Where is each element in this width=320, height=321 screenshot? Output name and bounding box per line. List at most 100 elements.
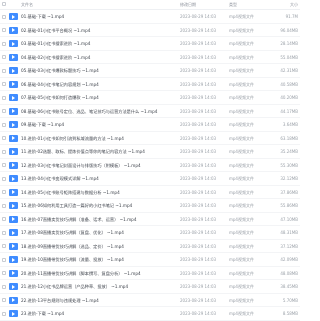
column-header-size[interactable]: 大小 xyxy=(290,2,298,7)
file-type: mp4视频文件 xyxy=(229,162,254,168)
file-row[interactable]: 15.进阶-06如何利用工具打造一篇好的小红书笔记 ~1.mp4 2023-08-… xyxy=(0,199,300,213)
column-header-modified[interactable]: 修改日期 xyxy=(180,2,196,7)
file-row[interactable]: 19.进阶-10直播带货技巧讲解（流量、投放） ~1.mp4 2023-08-29… xyxy=(0,253,300,267)
file-name[interactable]: 09.基础-下载 ~1.mp4 xyxy=(21,122,169,127)
row-checkbox[interactable] xyxy=(2,271,6,275)
file-row[interactable]: 09.基础-下载 ~1.mp4 2023-08-29 14:03 mp4视频文件 3.… xyxy=(0,118,300,132)
file-name[interactable]: 02.基础-01小红书平台概况 ~1.mp4 xyxy=(21,28,169,33)
file-row[interactable]: 08.基础-06小红书账号定位、选品、笔记技巧与运营方法是什么 ~1.mp4 20… xyxy=(0,105,300,118)
file-row[interactable]: 06.基础-04小红书笔记内容规划 ~1.mp4 2023-08-29 14:03… xyxy=(0,78,300,91)
file-name[interactable]: 08.基础-06小红书账号定位、选品、笔记技巧与运营方法是什么 ~1.mp4 xyxy=(21,109,169,114)
file-type: mp4视频文件 xyxy=(229,122,254,127)
file-modified-date: 2023-08-29 14:03 xyxy=(180,297,217,303)
file-row[interactable]: 03.基础-01小红书搜索进阶 ~1.mp4 2023-08-29 14:03 mp… xyxy=(0,37,300,51)
video-file-icon xyxy=(9,283,18,290)
row-checkbox[interactable] xyxy=(2,298,6,302)
file-row[interactable]: 05.基础-03小红书爆款标题技巧 ~1.mp4 2023-08-29 14:03… xyxy=(0,64,300,78)
file-name[interactable]: 04.基础-02小红书搜索进阶 ~1.mp4 xyxy=(21,55,169,60)
file-type: mp4视频文件 xyxy=(229,189,254,195)
row-checkbox[interactable] xyxy=(2,203,6,208)
file-type: mp4视频文件 xyxy=(229,216,254,222)
row-checkbox[interactable] xyxy=(2,41,6,46)
row-checkbox[interactable] xyxy=(2,230,6,235)
file-type: mp4视频文件 xyxy=(229,95,254,100)
file-modified-date: 2023-08-29 14:03 xyxy=(180,122,217,127)
row-checkbox[interactable] xyxy=(2,190,6,194)
row-checkbox[interactable] xyxy=(2,284,6,289)
row-checkbox[interactable] xyxy=(2,257,6,262)
file-name[interactable]: 13.进阶-04小红书变现模式详解 ~1.mp4 xyxy=(21,176,169,181)
file-name[interactable]: 20.进阶-11直播带货技巧讲解（脚本撰写、复盘分析） ~1.mp4 xyxy=(21,271,169,276)
file-type: mp4视频文件 xyxy=(229,311,254,316)
file-size: 40.20MB xyxy=(280,95,298,100)
row-checkbox[interactable] xyxy=(2,95,6,100)
video-file-icon xyxy=(9,67,18,74)
row-checkbox[interactable] xyxy=(2,311,6,316)
row-checkbox[interactable] xyxy=(2,14,6,19)
file-name[interactable]: 01.基础-下载 ~1.mp4 xyxy=(21,14,169,19)
video-file-icon xyxy=(9,310,18,317)
row-checkbox[interactable] xyxy=(2,149,6,154)
file-name[interactable]: 22.进阶-13平台规则与违规处理 ~1.mp4 xyxy=(21,298,169,303)
file-row[interactable]: 12.进阶-03小红书笔记封面设计与排版技巧（附模板） ~1.mp4 2023-0… xyxy=(0,159,300,172)
file-modified-date: 2023-08-29 14:03 xyxy=(180,95,217,100)
file-name[interactable]: 05.基础-03小红书爆款标题技巧 ~1.mp4 xyxy=(21,68,169,73)
file-name[interactable]: 19.进阶-10直播带货技巧讲解（流量、投放） ~1.mp4 xyxy=(21,257,169,262)
file-row[interactable]: 18.进阶-09直播带货技巧讲解（选品、定价） ~1.mp4 2023-08-29… xyxy=(0,240,300,253)
row-checkbox[interactable] xyxy=(2,109,6,113)
file-row[interactable]: 04.基础-02小红书搜索进阶 ~1.mp4 2023-08-29 14:03 mp… xyxy=(0,51,300,64)
row-checkbox[interactable] xyxy=(2,244,6,248)
file-row[interactable]: 20.进阶-11直播带货技巧讲解（脚本撰写、复盘分析） ~1.mp4 2023-0… xyxy=(0,267,300,280)
file-name[interactable]: 15.进阶-06如何利用工具打造一篇好的小红书笔记 ~1.mp4 xyxy=(21,203,169,208)
file-size: 35.24MB xyxy=(280,149,298,154)
video-file-icon xyxy=(9,94,18,101)
file-size: 55.86MB xyxy=(280,203,298,208)
file-name[interactable]: 03.基础-01小红书搜索进阶 ~1.mp4 xyxy=(21,41,169,46)
row-checkbox[interactable] xyxy=(2,28,6,32)
row-checkbox[interactable] xyxy=(2,55,6,59)
file-name[interactable]: 16.进阶-07直播卖货技巧讲解（准备、话术、运营） ~1.mp4 xyxy=(21,217,169,222)
file-row[interactable]: 13.进阶-04小红书变现模式详解 ~1.mp4 2023-08-29 14:03… xyxy=(0,172,300,186)
file-modified-date: 2023-08-29 14:03 xyxy=(180,81,217,87)
file-modified-date: 2023-08-29 14:03 xyxy=(180,230,217,235)
file-modified-date: 2023-08-29 14:03 xyxy=(180,203,217,208)
file-name[interactable]: 07.基础-05小红书如何打造爆款 ~1.mp4 xyxy=(21,95,169,100)
file-row[interactable]: 17.进阶-08直播卖货技巧讲解（复盘、优化） ~1.mp4 2023-08-29… xyxy=(0,226,300,240)
file-row[interactable]: 16.进阶-07直播卖货技巧讲解（准备、话术、运营） ~1.mp4 2023-08… xyxy=(0,213,300,226)
row-checkbox[interactable] xyxy=(2,122,6,127)
row-checkbox[interactable] xyxy=(2,163,6,167)
file-row[interactable]: 22.进阶-13平台规则与违规处理 ~1.mp4 2023-08-29 14:03… xyxy=(0,294,300,307)
file-row[interactable]: 23.进阶-下载 ~1.mp4 2023-08-29 14:03 mp4视频文件 8.… xyxy=(0,307,300,321)
video-file-icon xyxy=(9,80,18,88)
file-name[interactable]: 14.进阶-05小红书账号矩阵搭建与数据分析 ~1.mp4 xyxy=(21,190,169,195)
file-row[interactable]: 01.基础-下载 ~1.mp4 2023-08-29 14:03 mp4视频文件 91… xyxy=(0,10,300,24)
file-modified-date: 2023-08-29 14:03 xyxy=(180,284,217,289)
file-row[interactable]: 02.基础-01小红书平台概况 ~1.mp4 2023-08-29 14:03 mp… xyxy=(0,24,300,37)
row-checkbox[interactable] xyxy=(2,217,6,221)
column-header-name[interactable]: 文件名 xyxy=(21,2,33,7)
row-checkbox[interactable] xyxy=(2,176,6,181)
row-checkbox[interactable] xyxy=(2,136,6,140)
select-all-checkbox[interactable] xyxy=(2,2,6,6)
file-modified-date: 2023-08-29 14:03 xyxy=(180,68,217,73)
row-checkbox[interactable] xyxy=(2,68,6,73)
file-row[interactable]: 21.进阶-12小红书品牌运营（产品种草、投放） ~1.mp4 2023-08-2… xyxy=(0,280,300,294)
file-size: 48.31MB xyxy=(280,230,298,235)
file-name[interactable]: 12.进阶-03小红书笔记封面设计与排版技巧（附模板） ~1.mp4 xyxy=(21,163,169,168)
file-row[interactable]: 14.进阶-05小红书账号矩阵搭建与数据分析 ~1.mp4 2023-08-29 … xyxy=(0,186,300,199)
file-row[interactable]: 11.进阶-02选题、取标、提炼价值点等你的笔记内容方法 ~1.mp4 2023-… xyxy=(0,145,300,159)
column-header-type[interactable]: 类型 xyxy=(229,2,237,7)
file-name[interactable]: 17.进阶-08直播卖货技巧讲解（复盘、优化） ~1.mp4 xyxy=(21,230,169,235)
file-name[interactable]: 21.进阶-12小红书品牌运营（产品种草、投放） ~1.mp4 xyxy=(21,284,169,289)
file-name[interactable]: 23.进阶-下载 ~1.mp4 xyxy=(21,311,169,316)
file-row[interactable]: 10.进阶-01小红书如何引流到私域流量的方法 ~1.mp4 2023-08-29… xyxy=(0,132,300,145)
row-checkbox[interactable] xyxy=(2,82,6,86)
file-name[interactable]: 06.基础-04小红书笔记内容规划 ~1.mp4 xyxy=(21,82,169,87)
video-file-icon xyxy=(9,269,18,277)
file-row[interactable]: 07.基础-05小红书如何打造爆款 ~1.mp4 2023-08-29 14:03… xyxy=(0,91,300,105)
file-modified-date: 2023-08-29 14:03 xyxy=(180,216,217,222)
file-type: mp4视频文件 xyxy=(229,257,254,262)
file-name[interactable]: 18.进阶-09直播带货技巧讲解（选品、定价） ~1.mp4 xyxy=(21,244,169,249)
file-name[interactable]: 11.进阶-02选题、取标、提炼价值点等你的笔记内容方法 ~1.mp4 xyxy=(21,149,169,154)
file-name[interactable]: 10.进阶-01小红书如何引流到私域流量的方法 ~1.mp4 xyxy=(21,136,169,141)
